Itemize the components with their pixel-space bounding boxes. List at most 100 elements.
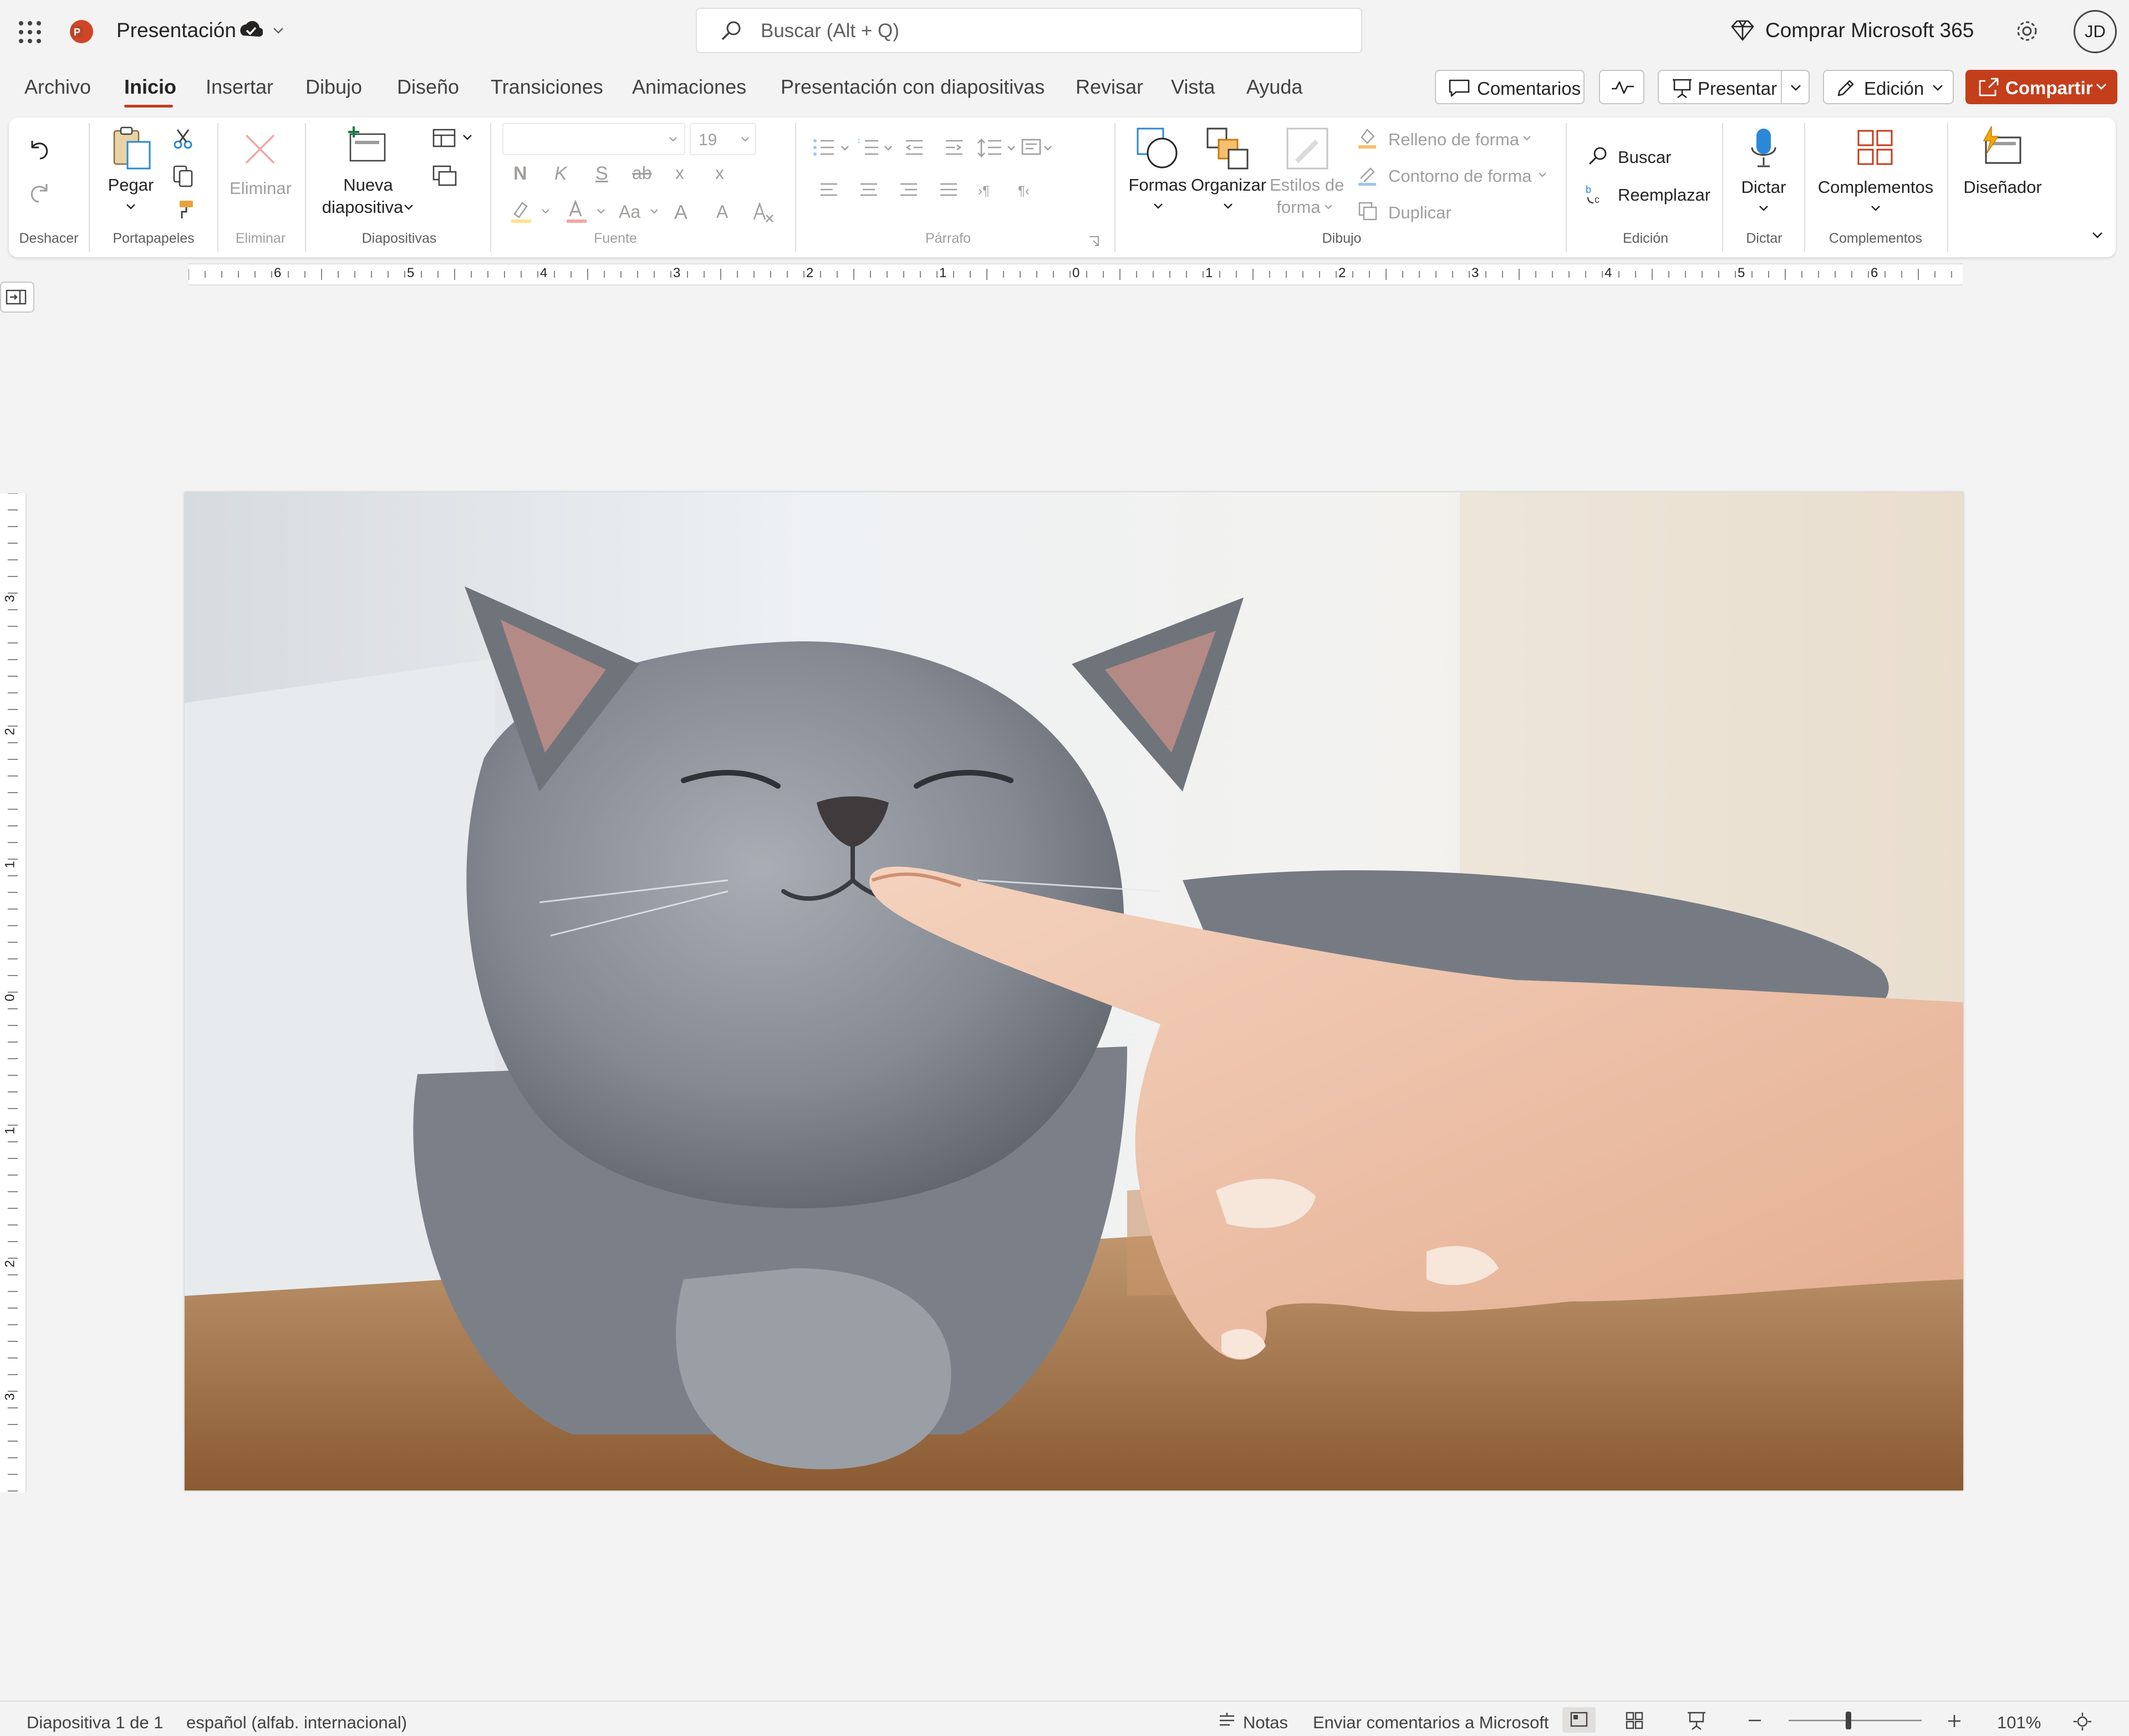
- redo-icon: [27, 180, 52, 205]
- replace-icon[interactable]: bc: [1585, 182, 1609, 205]
- addins-label[interactable]: Complementos: [1814, 177, 1937, 197]
- ruler-label: 2: [2, 728, 18, 736]
- activity-button[interactable]: [1599, 70, 1644, 104]
- tab-transiciones[interactable]: Transiciones: [491, 75, 603, 99]
- editing-mode-label: Edición: [1864, 78, 1924, 99]
- subscript-button: x: [675, 163, 684, 183]
- slide-canvas[interactable]: [185, 492, 1963, 1490]
- underline-button: S: [595, 163, 608, 184]
- duplicate-icon: [1357, 201, 1378, 222]
- search-box[interactable]: Buscar (Alt + Q): [696, 8, 1362, 53]
- zoom-slider[interactable]: [1789, 1708, 1922, 1733]
- dictate-label[interactable]: Dictar: [1733, 177, 1794, 197]
- share-label: Compartir: [2005, 78, 2093, 98]
- buy-microsoft-365-link[interactable]: Comprar Microsoft 365: [1765, 19, 1974, 42]
- ruler-label: 4: [540, 265, 548, 280]
- chevron-down-icon[interactable]: [272, 25, 285, 35]
- cut-icon[interactable]: [172, 127, 194, 150]
- notes-button[interactable]: Notas: [1243, 1713, 1288, 1733]
- normal-view-button[interactable]: [1562, 1707, 1596, 1733]
- ruler-label: 6: [274, 265, 282, 280]
- chevron-down-icon[interactable]: [1758, 204, 1770, 213]
- find-icon[interactable]: [1587, 145, 1609, 167]
- ruler-label: 2: [2, 1260, 18, 1268]
- addins-icon[interactable]: [1855, 127, 1895, 167]
- svg-text:c: c: [1595, 194, 1600, 205]
- chevron-down-icon[interactable]: [461, 133, 473, 142]
- chevron-down-icon: [540, 207, 551, 216]
- chevron-down-icon[interactable]: [1789, 82, 1803, 93]
- apps-grid-icon[interactable]: [18, 20, 42, 44]
- font-color-icon: [564, 200, 589, 224]
- microphone-icon[interactable]: [1746, 125, 1781, 172]
- new-slide-label-2[interactable]: diapositiva: [317, 197, 408, 217]
- zoom-in-button[interactable]: [1946, 1713, 1963, 1729]
- shapes-icon[interactable]: [1134, 125, 1181, 172]
- designer-label[interactable]: Diseñador: [1957, 177, 2048, 197]
- chevron-down-icon[interactable]: [124, 202, 137, 212]
- new-slide-icon[interactable]: [345, 124, 389, 169]
- tab-inicio[interactable]: Inicio: [124, 75, 176, 99]
- shapes-label[interactable]: Formas: [1124, 175, 1191, 195]
- chevron-down-icon: [1931, 82, 1945, 93]
- send-feedback-link[interactable]: Enviar comentarios a Microsoft: [1313, 1713, 1549, 1733]
- tab-diseno[interactable]: Diseño: [397, 75, 459, 99]
- reading-view-icon[interactable]: [1685, 1709, 1708, 1732]
- undo-icon[interactable]: [27, 136, 52, 162]
- zoom-level[interactable]: 101%: [1997, 1713, 2041, 1733]
- panel-toggle-button[interactable]: [0, 282, 34, 313]
- chevron-down-icon: [2094, 81, 2108, 92]
- arrange-icon[interactable]: [1204, 125, 1251, 172]
- group-label-delete: Eliminar: [235, 231, 286, 246]
- share-button[interactable]: Compartir: [1965, 70, 2117, 104]
- ruler-label: 1: [939, 265, 947, 280]
- format-painter-icon[interactable]: [172, 198, 195, 222]
- language-indicator[interactable]: español (alfab. internacional): [186, 1713, 407, 1733]
- chevron-down-icon[interactable]: [403, 203, 415, 212]
- editing-mode-button[interactable]: Edición: [1823, 70, 1954, 104]
- clear-formatting-icon: [751, 200, 775, 224]
- group-label-undo: Deshacer: [19, 231, 79, 246]
- chevron-down-icon[interactable]: [1222, 202, 1234, 211]
- tab-insertar[interactable]: Insertar: [206, 75, 273, 99]
- powerpoint-logo-icon: P: [69, 19, 94, 44]
- tab-archivo[interactable]: Archivo: [24, 75, 91, 99]
- tab-revisar[interactable]: Revisar: [1076, 75, 1143, 99]
- comments-button[interactable]: Comentarios: [1435, 70, 1585, 104]
- new-slide-label-1[interactable]: Nueva: [322, 175, 415, 195]
- shape-outline-icon: [1356, 163, 1378, 186]
- ribbon-collapse-icon[interactable]: [2090, 229, 2105, 241]
- reuse-slide-icon[interactable]: [431, 164, 459, 187]
- arrange-label[interactable]: Organizar: [1189, 175, 1269, 195]
- document-title[interactable]: Presentación: [116, 19, 236, 42]
- paste-icon[interactable]: [109, 125, 155, 172]
- tab-vista[interactable]: Vista: [1171, 75, 1215, 99]
- chevron-down-icon[interactable]: [1870, 204, 1882, 213]
- gear-icon[interactable]: [2014, 18, 2040, 44]
- tab-presentacion-diapositivas[interactable]: Presentación con diapositivas: [781, 75, 1045, 99]
- zoom-out-button[interactable]: [1746, 1715, 1763, 1726]
- chevron-down-icon[interactable]: [1152, 202, 1164, 211]
- group-label-drawing: Dibujo: [1322, 231, 1362, 246]
- present-dropdown-divider: [1781, 71, 1782, 103]
- slide-sorter-icon[interactable]: [1623, 1709, 1646, 1732]
- replace-label[interactable]: Reemplazar: [1618, 185, 1710, 205]
- svg-text:P: P: [74, 27, 80, 38]
- tab-ayuda[interactable]: Ayuda: [1246, 75, 1302, 99]
- layout-icon[interactable]: [431, 127, 459, 150]
- present-button[interactable]: Presentar: [1658, 70, 1810, 104]
- delete-icon: [242, 131, 278, 167]
- ribbon-separator: [1114, 123, 1116, 252]
- ruler-label: 1: [1205, 265, 1213, 280]
- copy-icon[interactable]: [172, 164, 194, 187]
- fit-to-window-icon[interactable]: [2072, 1712, 2092, 1732]
- designer-icon[interactable]: [1978, 125, 2025, 172]
- find-label[interactable]: Buscar: [1618, 147, 1671, 167]
- paste-label[interactable]: Pegar: [103, 175, 159, 195]
- slide-photo[interactable]: [185, 492, 1963, 1490]
- avatar[interactable]: JD: [2074, 10, 2117, 53]
- shape-styles-label-2: forma: [1276, 197, 1321, 217]
- activity-icon: [1611, 79, 1635, 96]
- tab-animaciones[interactable]: Animaciones: [632, 75, 746, 99]
- tab-dibujo[interactable]: Dibujo: [305, 75, 362, 99]
